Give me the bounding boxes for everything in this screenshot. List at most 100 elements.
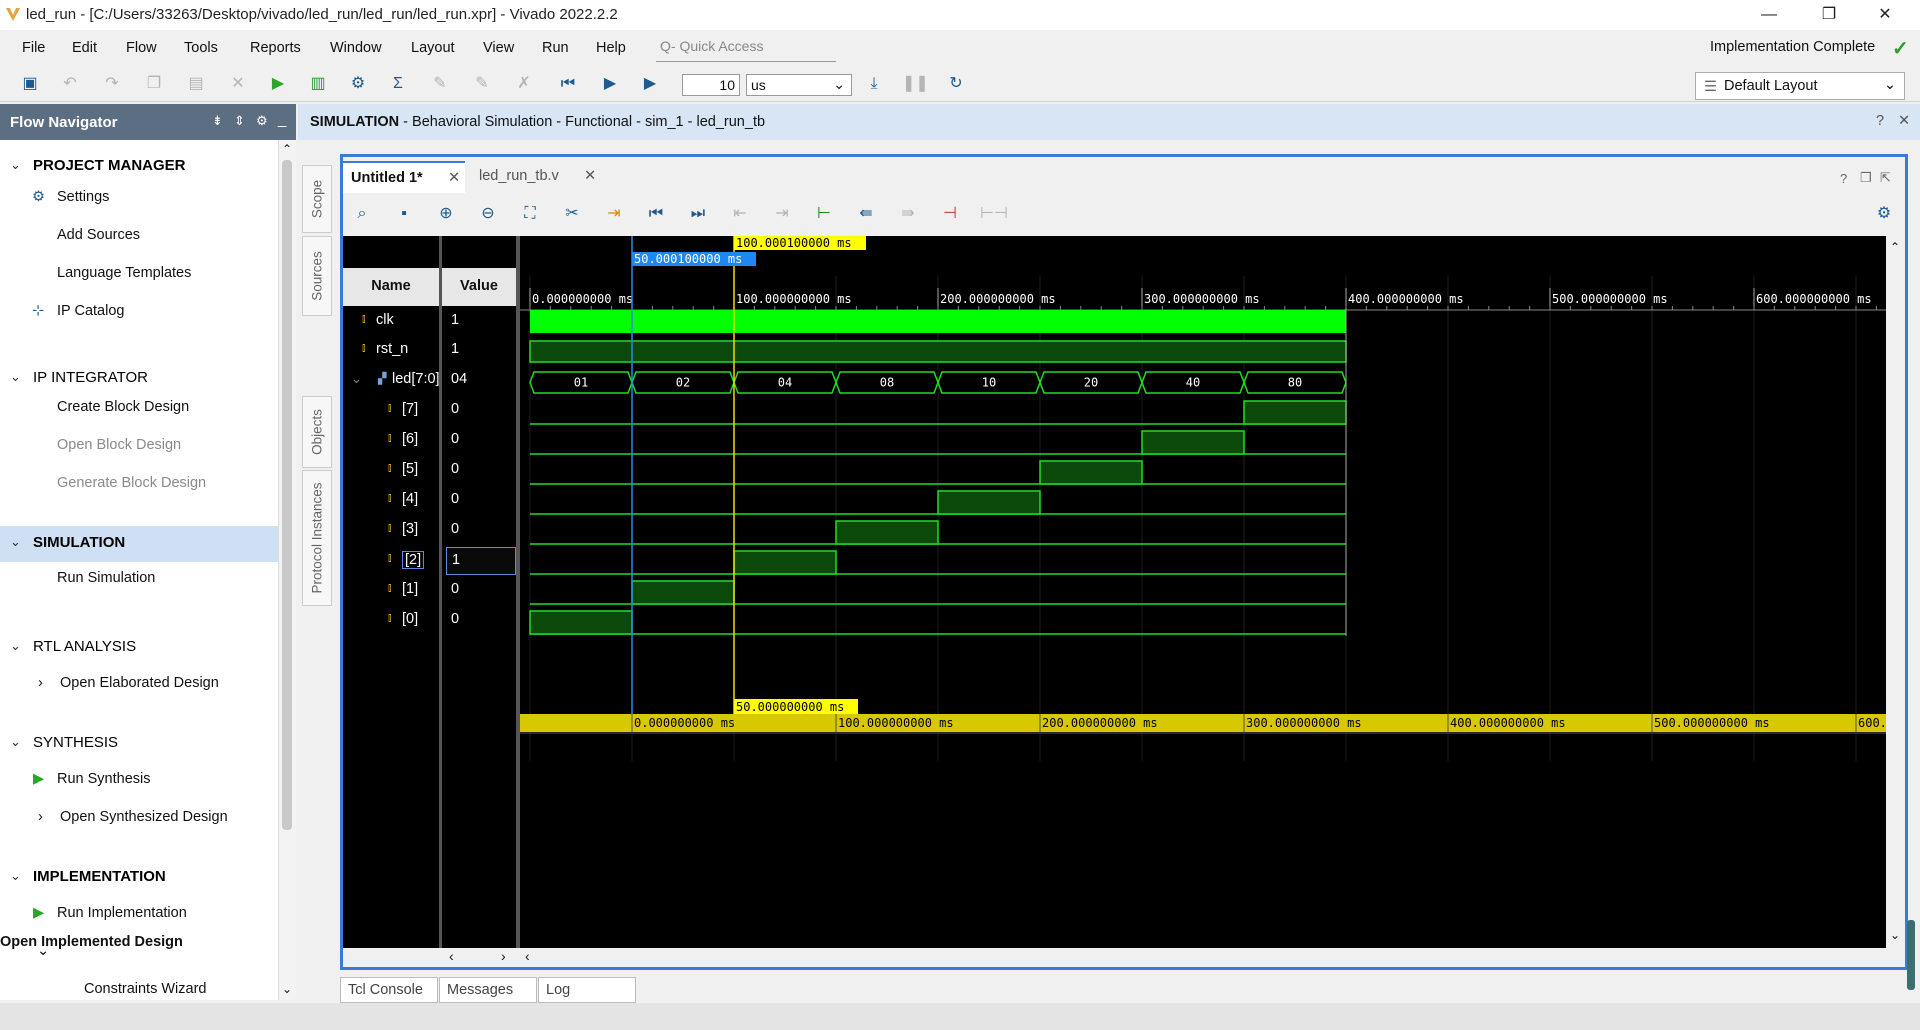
nav-run-synthesis[interactable]: ▶ Run Synthesis	[0, 762, 278, 798]
section-synthesis[interactable]: ⌄ SYNTHESIS	[0, 726, 278, 762]
nav-open-implemented-design[interactable]: ⌄ Open Implemented Design	[0, 934, 278, 970]
wave-settings-gear-icon[interactable]: ⚙	[1872, 202, 1896, 226]
tab-log[interactable]: Log	[538, 977, 636, 1003]
pause-icon[interactable]: ❚❚	[902, 72, 929, 96]
close-button[interactable]: ✕	[1862, 2, 1908, 28]
side-tab-sources[interactable]: Sources	[302, 236, 332, 316]
side-tab-protocol-instances[interactable]: Protocol Instances	[302, 470, 332, 606]
signal-value[interactable]: 0	[446, 607, 516, 635]
menu-edit[interactable]: Edit	[72, 40, 97, 56]
relaunch-icon[interactable]: ↻	[944, 72, 968, 96]
signal-name-rst_n[interactable]: ⫾ rst_n	[343, 337, 439, 365]
nav-add-sources[interactable]: Add Sources	[0, 218, 278, 254]
signal-name-led70[interactable]: ⌄ ▞ led[7:0]	[343, 367, 440, 395]
open-project-icon[interactable]: ▣	[18, 72, 42, 96]
zoom-out-icon[interactable]: ⊖	[476, 202, 500, 226]
signal-name-2[interactable]: ⫾ [2]	[343, 547, 439, 575]
minimize-panel-icon[interactable]: _	[278, 111, 286, 128]
menu-file[interactable]: File	[22, 40, 45, 56]
scroll-left-icon[interactable]: ‹	[525, 948, 530, 964]
nav-ip-catalog[interactable]: ⊹ IP Catalog	[0, 294, 278, 330]
signal-name-7[interactable]: ⫾ [7]	[343, 397, 439, 425]
signal-value[interactable]: 0	[446, 427, 516, 455]
close-icon[interactable]: ✕	[1898, 113, 1910, 129]
signal-value[interactable]: 0	[446, 577, 516, 605]
tab-led-run-tb[interactable]: led_run_tb.v ✕	[465, 161, 603, 193]
copy-icon[interactable]: ❐	[142, 72, 166, 96]
nav-open-elaborated-design[interactable]: › Open Elaborated Design	[0, 666, 278, 702]
next-transition-icon[interactable]: ⇥	[770, 202, 794, 226]
chevron-down-icon[interactable]: ⌄	[351, 371, 362, 387]
zoom-in-icon[interactable]: ⊕	[434, 202, 458, 226]
signal-name-1[interactable]: ⫾ [1]	[343, 577, 439, 605]
signal-value[interactable]: 1	[446, 337, 516, 365]
redo-icon[interactable]: ↷	[100, 72, 124, 96]
signal-value[interactable]: 0	[446, 517, 516, 545]
menu-layout[interactable]: Layout	[411, 40, 455, 56]
signal-value[interactable]: 0	[446, 457, 516, 485]
signal-name-5[interactable]: ⫾ [5]	[343, 457, 439, 485]
tab-messages[interactable]: Messages	[439, 977, 537, 1003]
section-simulation[interactable]: ⌄ SIMULATION	[0, 526, 278, 562]
tab-untitled-1[interactable]: Untitled 1* ✕	[343, 161, 465, 193]
nav-open-block-design[interactable]: Open Block Design	[0, 428, 278, 464]
sigma-icon[interactable]: Σ	[386, 72, 410, 96]
goto-start-icon[interactable]: ⏮	[644, 202, 668, 226]
scroll-down-icon[interactable]: ⌄	[1890, 928, 1900, 942]
nav-run-implementation[interactable]: ▶ Run Implementation	[0, 896, 278, 932]
zoom-cursor-icon[interactable]: ✂	[560, 202, 584, 226]
layout-select[interactable]: ☰ Default Layout ⌄	[1695, 72, 1905, 100]
program-device-icon[interactable]: ▥	[306, 72, 330, 96]
restore-button[interactable]: ❐	[1806, 2, 1852, 28]
signal-name-6[interactable]: ⫾ [6]	[343, 427, 439, 455]
menu-help[interactable]: Help	[596, 40, 626, 56]
signal-value[interactable]: 1	[446, 308, 516, 336]
menu-reports[interactable]: Reports	[250, 40, 301, 56]
signal-name-0[interactable]: ⫾ [0]	[343, 607, 439, 635]
scroll-thumb[interactable]	[282, 160, 292, 830]
undo-icon[interactable]: ↶	[58, 72, 82, 96]
nav-generate-block-design[interactable]: Generate Block Design	[0, 466, 278, 502]
close-tab-icon[interactable]: ✕	[448, 170, 460, 186]
run-for-icon[interactable]: ▶	[638, 72, 662, 96]
tool-disabled-3-icon[interactable]: ✗	[512, 72, 536, 96]
run-time-input[interactable]: 10	[682, 74, 740, 96]
signal-value[interactable]: 04	[446, 367, 516, 395]
menu-flow[interactable]: Flow	[126, 40, 157, 56]
menu-window[interactable]: Window	[330, 40, 382, 56]
name-column-header[interactable]: Name	[343, 268, 439, 306]
maximize-pane-icon[interactable]: ⇱	[1880, 170, 1891, 186]
delete-icon[interactable]: ✕	[226, 72, 250, 96]
waveform-plot[interactable]: 0.000000000 ms 100.000000000 ms 200.000000…	[520, 236, 1886, 948]
menu-run[interactable]: Run	[542, 40, 569, 56]
step-icon[interactable]: ⤓	[862, 72, 886, 96]
swap-cursors-icon[interactable]: ⊣	[938, 202, 962, 226]
run-all-icon[interactable]: ▶	[598, 72, 622, 96]
menu-tools[interactable]: Tools	[184, 40, 218, 56]
restart-sim-icon[interactable]: ⏮	[556, 72, 580, 96]
section-rtl-analysis[interactable]: ⌄ RTL ANALYSIS	[0, 630, 278, 666]
zoom-fit-icon[interactable]: ⛶	[518, 202, 542, 226]
scroll-up-icon[interactable]: ⌃	[1890, 240, 1900, 254]
goto-cursor-icon[interactable]: ⇥	[602, 202, 626, 226]
prev-marker-icon[interactable]: ⇚	[854, 202, 878, 226]
scroll-up-icon[interactable]: ⌃	[282, 142, 292, 156]
expand-all-icon[interactable]: ⇕	[234, 113, 245, 129]
nav-settings[interactable]: ⚙ Settings	[0, 180, 278, 216]
next-marker-icon[interactable]: ⇛	[896, 202, 920, 226]
signal-name-3[interactable]: ⫾ [3]	[343, 517, 439, 545]
help-icon[interactable]: ?	[1876, 113, 1884, 129]
signal-value[interactable]: 0	[446, 397, 516, 425]
wave-vertical-scrollbar[interactable]: ⌃ ⌄	[1886, 236, 1905, 948]
collapse-all-icon[interactable]: ⇟	[212, 113, 223, 129]
nav-open-synthesized-design[interactable]: › Open Synthesized Design	[0, 800, 278, 836]
value-column-header[interactable]: Value	[442, 268, 516, 306]
nav-create-block-design[interactable]: Create Block Design	[0, 390, 278, 426]
help-icon[interactable]: ?	[1840, 171, 1847, 186]
scroll-down-icon[interactable]: ⌄	[282, 982, 292, 996]
nav-language-templates[interactable]: Language Templates	[0, 256, 278, 292]
minimize-button[interactable]: —	[1746, 2, 1792, 28]
flow-navigator-scrollbar[interactable]: ⌃ ⌄	[278, 140, 296, 1000]
signal-name-clk[interactable]: ⫾ clk	[343, 308, 439, 336]
nav-run-simulation[interactable]: Run Simulation	[0, 561, 278, 597]
